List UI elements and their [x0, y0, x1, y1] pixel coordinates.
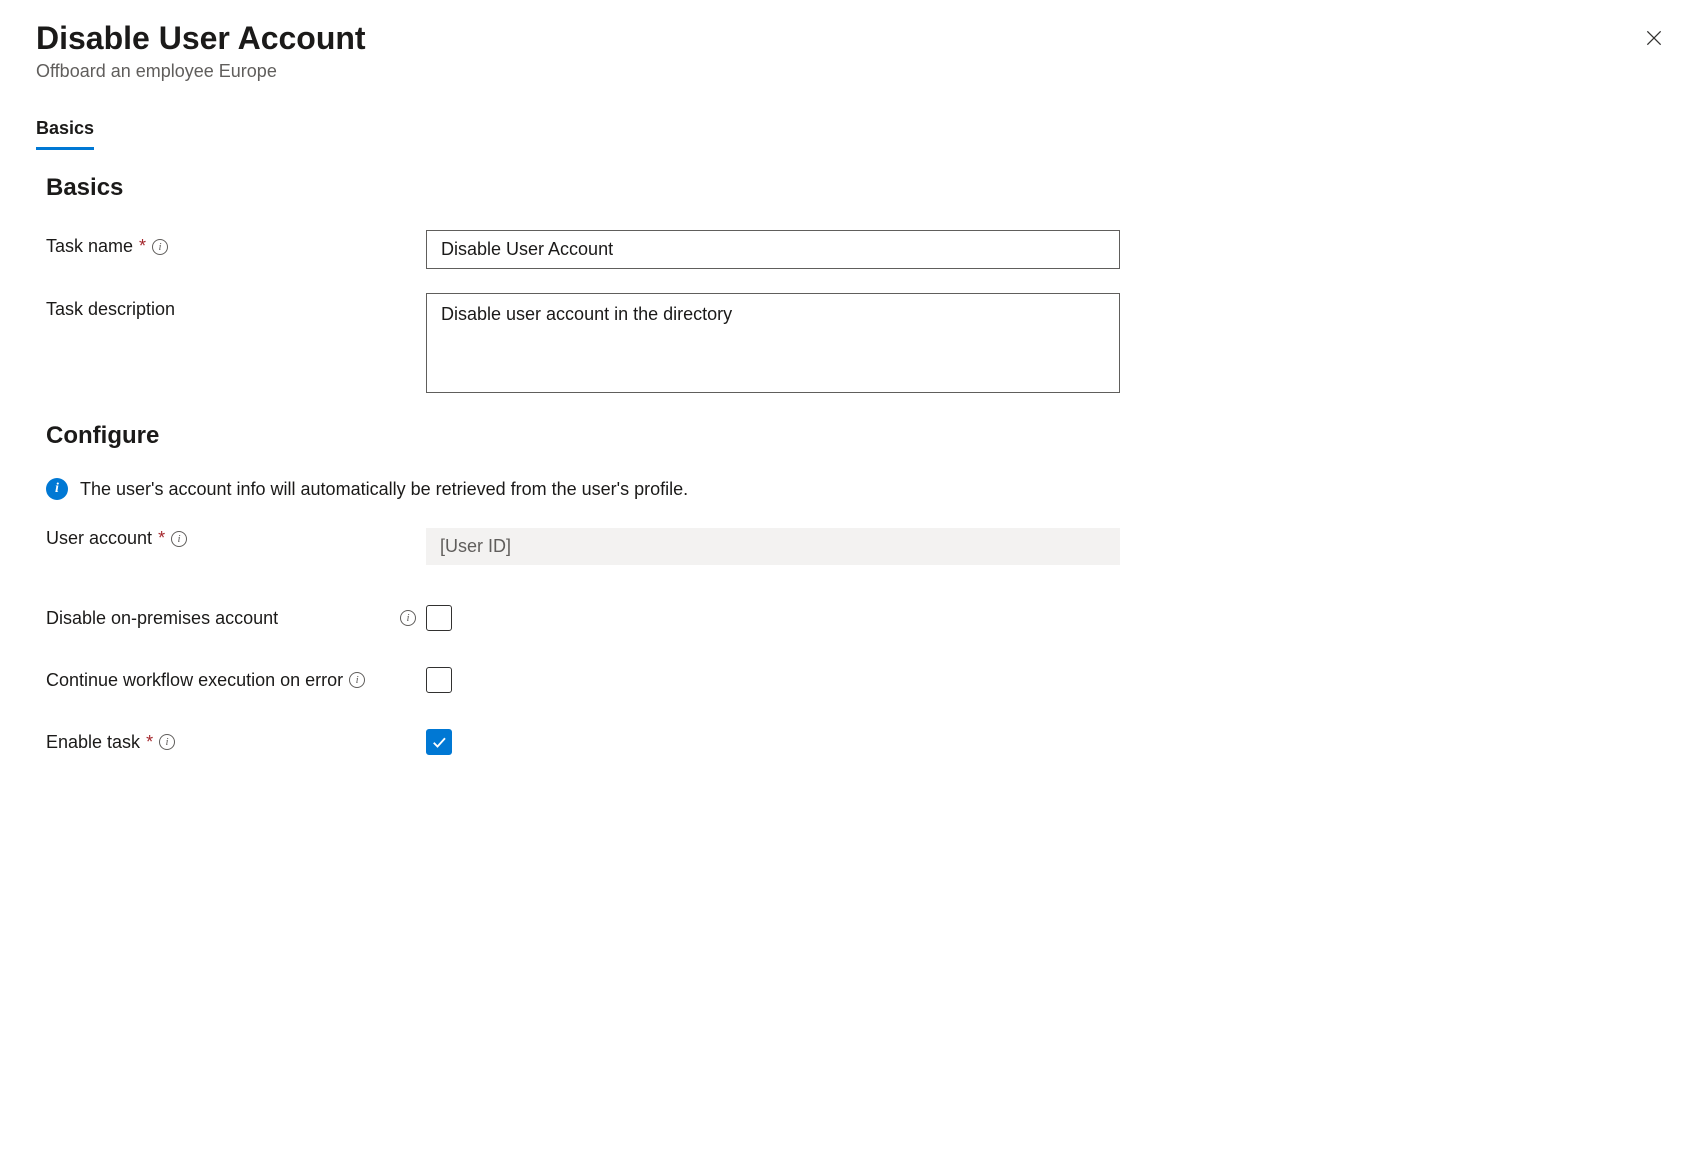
task-description-label: Task description [46, 299, 175, 320]
user-account-readonly: [User ID] [426, 528, 1120, 565]
continue-on-error-row: Continue workflow execution on error i [36, 667, 1672, 693]
task-name-row: Task name * i [36, 230, 1672, 269]
info-banner: i The user's account info will automatic… [36, 478, 1672, 500]
user-account-label-group: User account * i [46, 528, 426, 549]
disable-onprem-row: Disable on-premises account i [36, 605, 1672, 631]
info-icon[interactable]: i [349, 672, 365, 688]
required-indicator: * [158, 528, 165, 549]
user-account-label: User account [46, 528, 152, 549]
enable-task-label: Enable task [46, 732, 140, 753]
info-banner-icon: i [46, 478, 68, 500]
task-description-control [426, 293, 1120, 398]
info-banner-text: The user's account info will automatical… [80, 479, 688, 500]
header-text: Disable User Account Offboard an employe… [36, 20, 366, 82]
task-name-label: Task name [46, 236, 133, 257]
user-account-row: User account * i [User ID] [36, 528, 1672, 565]
task-description-input[interactable] [426, 293, 1120, 393]
enable-task-checkbox[interactable] [426, 729, 452, 755]
disable-onprem-checkbox[interactable] [426, 605, 452, 631]
tab-bar: Basics [36, 110, 1672, 150]
task-name-label-group: Task name * i [46, 230, 426, 257]
required-indicator: * [139, 236, 146, 257]
task-description-label-group: Task description [46, 293, 426, 320]
info-icon[interactable]: i [171, 531, 187, 547]
info-icon[interactable]: i [159, 734, 175, 750]
checkmark-icon [430, 733, 448, 751]
task-description-row: Task description [36, 293, 1672, 398]
task-name-control [426, 230, 1120, 269]
user-account-control: [User ID] [426, 528, 1120, 565]
info-icon[interactable]: i [152, 239, 168, 255]
continue-on-error-checkbox[interactable] [426, 667, 452, 693]
task-name-input[interactable] [426, 230, 1120, 269]
page-header: Disable User Account Offboard an employe… [36, 20, 1672, 82]
close-button[interactable] [1636, 20, 1672, 60]
info-icon[interactable]: i [400, 610, 416, 626]
page-title: Disable User Account [36, 20, 366, 57]
enable-task-label-group: Enable task * i [46, 732, 426, 753]
section-title-configure: Configure [36, 422, 1672, 450]
enable-task-row: Enable task * i [36, 729, 1672, 755]
disable-onprem-label-group: Disable on-premises account i [46, 608, 426, 629]
page-subtitle: Offboard an employee Europe [36, 61, 366, 82]
required-indicator: * [146, 732, 153, 753]
continue-on-error-label: Continue workflow execution on error [46, 670, 343, 691]
section-title-basics: Basics [36, 174, 1672, 202]
tab-basics[interactable]: Basics [36, 110, 94, 150]
continue-on-error-label-group: Continue workflow execution on error i [46, 670, 426, 691]
disable-onprem-label: Disable on-premises account [46, 608, 278, 629]
close-icon [1644, 28, 1664, 48]
